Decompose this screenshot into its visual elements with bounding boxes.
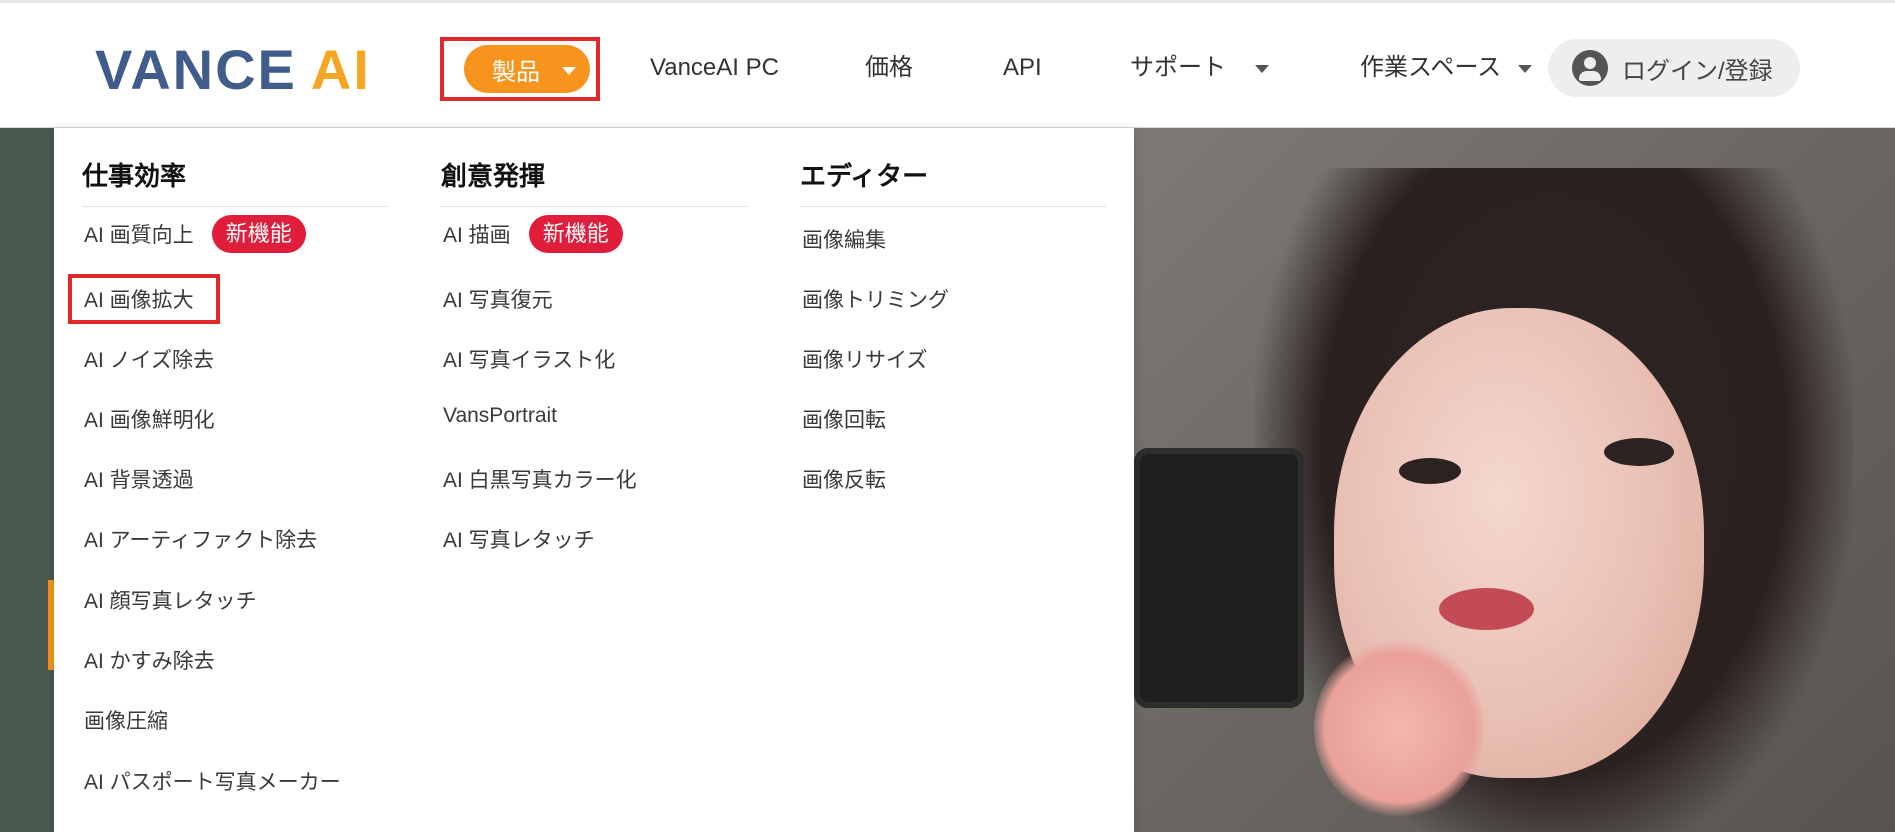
upscale-highlight-box [68, 274, 220, 324]
menu-item-image-rotate[interactable]: 画像回転 [802, 404, 886, 434]
menu-item-photo-restore[interactable]: AI 写真復元 [443, 284, 553, 314]
column-heading: 創意発揮 [441, 161, 546, 191]
support-label: サポート [1130, 54, 1226, 81]
photo-camera [1134, 448, 1304, 708]
products-dropdown: 仕事効率 AI 画質向上 新機能 AI 画像拡大 AI ノイズ除去 AI 画像鮮… [54, 128, 1134, 832]
photo-eye-right [1604, 438, 1674, 466]
products-menu-button[interactable]: 製品 [464, 45, 590, 93]
menu-item-ai-drawing[interactable]: AI 描画 新機能 [443, 213, 623, 255]
logo-text-ai: AI [310, 37, 371, 101]
login-label: ログイン/登録 [1622, 57, 1773, 85]
column-divider [441, 206, 747, 207]
photo-flower [1314, 638, 1484, 818]
site-header: VANCE AI 製品 VanceAI PC 価格 API サポート 作業スペー… [0, 3, 1895, 128]
new-badge: 新機能 [211, 215, 306, 253]
menu-item-ai-denoise[interactable]: AI ノイズ除去 [84, 344, 214, 374]
logo-text-vance: VANCE [95, 37, 297, 101]
menu-item-image-flip[interactable]: 画像反転 [802, 464, 886, 494]
hero-photo [1134, 128, 1895, 832]
menu-item-ai-sharpen[interactable]: AI 画像鮮明化 [84, 404, 215, 434]
menu-item-colorize[interactable]: AI 白黒写真カラー化 [443, 464, 637, 494]
menu-item-image-crop[interactable]: 画像トリミング [802, 284, 949, 314]
nav-workspace[interactable]: 作業スペース [1360, 43, 1532, 93]
photo-lips [1439, 588, 1534, 630]
column-heading: 仕事効率 [82, 161, 187, 191]
menu-item-ai-artifact[interactable]: AI アーティファクト除去 [84, 524, 317, 554]
workspace-label: 作業スペース [1360, 54, 1502, 81]
vanceai-logo[interactable]: VANCE AI [95, 37, 371, 101]
nav-api[interactable]: API [1003, 43, 1042, 93]
column-divider [82, 206, 388, 207]
menu-item-photo-to-illustration[interactable]: AI 写真イラスト化 [443, 344, 615, 374]
menu-item-passport-photo[interactable]: AI パスポート写真メーカー [84, 766, 341, 796]
chevron-down-icon [562, 67, 576, 75]
chevron-down-icon [1517, 64, 1532, 73]
photo-eye-left [1399, 458, 1461, 484]
nav-vanceai-pc[interactable]: VanceAI PC [650, 43, 779, 93]
new-badge: 新機能 [528, 215, 623, 253]
menu-item-ai-face-retouch[interactable]: AI 顔写真レタッチ [84, 585, 257, 615]
menu-item-ai-bg-remove[interactable]: AI 背景透過 [84, 464, 194, 494]
menu-item-image-compress[interactable]: 画像圧縮 [84, 705, 168, 735]
menu-item-vansportrait[interactable]: VansPortrait [443, 404, 557, 428]
nav-pricing[interactable]: 価格 [865, 43, 913, 93]
column-heading: エディター [800, 161, 929, 191]
menu-item-image-edit[interactable]: 画像編集 [802, 224, 886, 254]
menu-item-label: AI 描画 [443, 224, 511, 247]
login-button[interactable]: ログイン/登録 [1548, 39, 1800, 97]
nav-support[interactable]: サポート [1130, 43, 1269, 93]
menu-item-ai-dehaze[interactable]: AI かすみ除去 [84, 645, 215, 675]
column-divider [800, 206, 1106, 207]
user-icon [1572, 50, 1608, 86]
menu-item-photo-retouch[interactable]: AI 写真レタッチ [443, 524, 595, 554]
menu-item-image-resize[interactable]: 画像リサイズ [802, 344, 927, 374]
menu-item-label: AI 画質向上 [84, 224, 194, 247]
chevron-down-icon [1254, 64, 1269, 73]
menu-item-ai-quality[interactable]: AI 画質向上 新機能 [84, 213, 306, 255]
products-label: 製品 [492, 58, 540, 86]
